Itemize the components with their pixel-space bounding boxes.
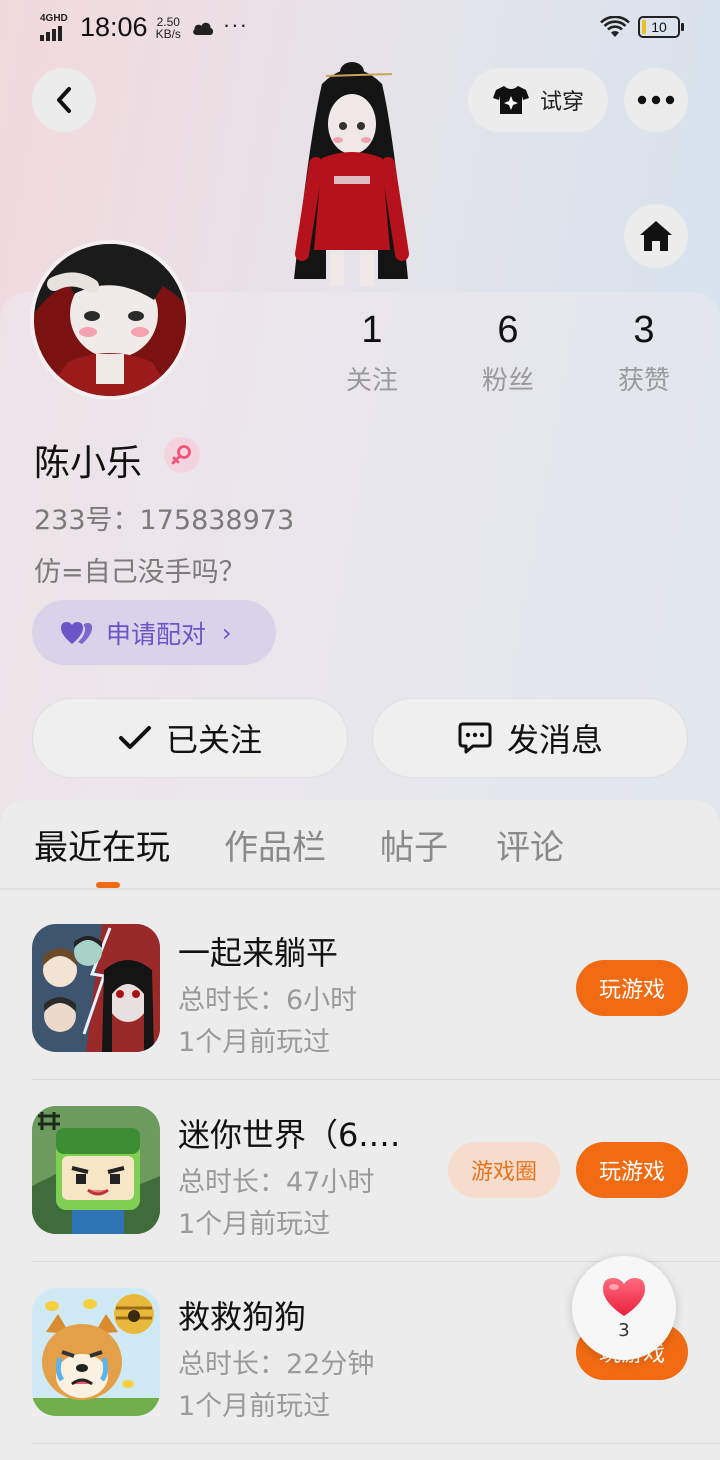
request-match-button[interactable]: 申请配对 › bbox=[32, 600, 276, 665]
checkmark-icon bbox=[118, 726, 151, 749]
tab-comments[interactable]: 评论 bbox=[496, 820, 564, 869]
tab-recent-played[interactable]: 最近在玩 bbox=[34, 820, 170, 869]
stat-following-label: 关注 bbox=[345, 366, 398, 396]
play-game-button[interactable]: 玩游戏 bbox=[576, 1142, 688, 1198]
back-button[interactable] bbox=[32, 68, 96, 132]
send-message-label: 发消息 bbox=[506, 721, 603, 759]
stat-following[interactable]: 1 关注 bbox=[322, 308, 422, 397]
game-name: 救救狗狗 bbox=[178, 1298, 307, 1336]
game-last-played: 1个月前玩过 bbox=[178, 1391, 331, 1422]
battery-level: 10 bbox=[651, 19, 667, 35]
tab-works[interactable]: 作品栏 bbox=[224, 820, 326, 869]
speed-value: 2.50 bbox=[156, 14, 180, 29]
game-name: 迷你世界（6.… bbox=[178, 1116, 401, 1154]
status-bar: 4GHD 18:06 2.50 KB/s ··· 10 bbox=[0, 0, 720, 56]
wifi-icon bbox=[600, 16, 630, 37]
more-horizontal-icon bbox=[637, 95, 675, 105]
chevron-right-icon: › bbox=[222, 618, 232, 647]
chat-bubble-icon bbox=[458, 722, 492, 754]
cloud-icon bbox=[193, 22, 213, 35]
avatar-3d-figure bbox=[294, 62, 409, 286]
network-type: 4GHD bbox=[40, 12, 68, 24]
game-icon-mini-world bbox=[32, 1106, 160, 1234]
double-heart-icon bbox=[61, 621, 93, 644]
row-divider bbox=[32, 1079, 720, 1080]
tshirt-sparkle-icon bbox=[492, 86, 529, 114]
game-duration: 总时长：47小时 bbox=[178, 1167, 375, 1198]
game-duration: 总时长：22分钟 bbox=[178, 1349, 375, 1380]
speed-unit: KB/s bbox=[155, 26, 181, 41]
chevron-left-icon bbox=[57, 87, 71, 113]
send-message-button[interactable]: 发消息 bbox=[372, 698, 688, 778]
heart-icon bbox=[603, 1277, 645, 1316]
like-count: 3 bbox=[618, 1319, 630, 1341]
row-divider bbox=[32, 1443, 720, 1444]
stat-likes-label: 获赞 bbox=[617, 366, 670, 396]
user-id: 233号：175838973 bbox=[34, 505, 295, 536]
game-icon-lie-flat bbox=[32, 924, 160, 1052]
avatar-image bbox=[34, 244, 186, 396]
home-icon bbox=[640, 221, 672, 251]
try-on-button[interactable]: 试穿 bbox=[468, 68, 608, 132]
username: 陈小乐 bbox=[34, 443, 143, 484]
game-last-played: 1个月前玩过 bbox=[178, 1209, 331, 1240]
stat-fans-label: 粉丝 bbox=[481, 366, 534, 396]
home-button[interactable] bbox=[624, 204, 688, 268]
stat-following-count: 1 bbox=[361, 309, 383, 351]
status-time: 18:06 bbox=[80, 12, 148, 42]
status-more-icon: ··· bbox=[222, 11, 248, 37]
tabs-divider bbox=[0, 888, 720, 890]
female-gender-icon bbox=[164, 437, 200, 473]
cellular-signal-icon: 4GHD bbox=[40, 13, 72, 43]
game-last-played: 1个月前玩过 bbox=[178, 1027, 331, 1058]
battery-icon: 10 bbox=[638, 16, 684, 38]
profile-tabs: 最近在玩 作品栏 帖子 评论 bbox=[0, 820, 720, 890]
request-match-label: 申请配对 bbox=[106, 619, 207, 649]
stat-fans-count: 6 bbox=[497, 309, 519, 351]
followed-button[interactable]: 已关注 bbox=[32, 698, 348, 778]
network-speed: 2.50 KB/s bbox=[156, 16, 181, 40]
game-duration: 总时长：6小时 bbox=[178, 985, 358, 1016]
floating-like-button[interactable]: 3 bbox=[572, 1256, 676, 1360]
stat-likes-count: 3 bbox=[633, 309, 655, 351]
game-name: 一起来躺平 bbox=[178, 934, 339, 972]
play-game-button[interactable]: 玩游戏 bbox=[576, 960, 688, 1016]
avatar[interactable] bbox=[30, 240, 190, 400]
followed-label: 已关注 bbox=[165, 721, 262, 759]
more-options-button[interactable] bbox=[624, 68, 688, 132]
user-bio: 仿=自己没手吗？ bbox=[34, 557, 246, 588]
stat-fans[interactable]: 6 粉丝 bbox=[458, 308, 558, 397]
stat-likes[interactable]: 3 获赞 bbox=[594, 308, 694, 397]
tab-posts[interactable]: 帖子 bbox=[380, 820, 448, 869]
game-icon-save-the-dog bbox=[32, 1288, 160, 1416]
game-circle-button[interactable]: 游戏圈 bbox=[448, 1142, 560, 1198]
try-on-label: 试穿 bbox=[539, 90, 584, 115]
